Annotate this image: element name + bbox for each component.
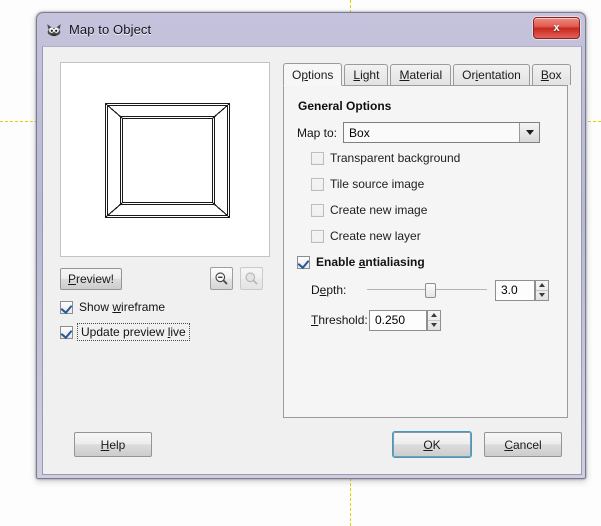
stepper-up-icon[interactable] <box>428 311 440 321</box>
show-wireframe-label: Show wireframe <box>79 300 166 314</box>
general-options-heading: General Options <box>298 99 392 113</box>
depth-row: Depth: 3.0 <box>311 279 556 301</box>
threshold-row: Threshold: 0.250 <box>311 309 556 331</box>
show-wireframe-checkbox[interactable]: Show wireframe <box>60 299 272 315</box>
window-title: Map to Object <box>69 22 152 37</box>
threshold-spinbox[interactable]: 0.250 <box>369 309 441 331</box>
checkbox-box <box>297 255 310 269</box>
tab-orientation-label: Orientation <box>462 68 521 82</box>
map-to-object-dialog: Map to Object x Preview! Show wireframe … <box>36 12 586 479</box>
options-tab-page: General Options Map to: Box Transparent … <box>283 85 568 418</box>
map-to-value: Box <box>349 125 370 140</box>
transparent-background-label: Transparent background <box>330 151 461 165</box>
checkbox-box <box>311 177 324 191</box>
ok-button[interactable]: OK <box>393 432 471 457</box>
checkbox-box <box>60 300 73 314</box>
checkbox-box <box>311 203 324 217</box>
create-new-image-checkbox[interactable]: Create new image <box>311 202 556 218</box>
cancel-button[interactable]: Cancel <box>484 432 562 457</box>
zoom-in-icon[interactable] <box>240 267 263 290</box>
tab-orientation[interactable]: Orientation <box>453 64 530 85</box>
map-to-select[interactable]: Box <box>343 122 541 143</box>
tab-material-label: Material <box>399 68 443 82</box>
dialog-action-area: Help OK Cancel <box>43 416 581 474</box>
tab-light[interactable]: Light <box>344 64 389 85</box>
chevron-down-icon[interactable] <box>519 123 540 142</box>
preview-button[interactable]: Preview! <box>60 268 122 290</box>
threshold-label: Threshold: <box>311 313 368 327</box>
threshold-value: 0.250 <box>375 313 406 327</box>
help-button-label: Help <box>100 437 126 452</box>
checkbox-box <box>60 325 73 339</box>
tab-options[interactable]: Options <box>283 63 343 86</box>
enable-antialiasing-label: Enable antialiasing <box>316 255 425 269</box>
dialog-client-area: Preview! Show wireframe Update preview l… <box>42 46 582 475</box>
create-new-layer-checkbox[interactable]: Create new layer <box>311 228 556 244</box>
transparent-background-checkbox[interactable]: Transparent background <box>311 150 556 166</box>
title-bar[interactable]: Map to Object x <box>37 13 585 46</box>
create-new-layer-label: Create new layer <box>330 229 421 243</box>
tab-options-label: Options <box>292 67 334 82</box>
tab-material[interactable]: Material <box>390 64 452 85</box>
depth-value: 3.0 <box>501 283 518 297</box>
stepper-up-icon[interactable] <box>536 281 548 291</box>
tab-box[interactable]: Box <box>531 64 571 85</box>
preview-controls: Preview! <box>60 267 272 290</box>
depth-label: Depth: <box>311 283 347 297</box>
slider-handle[interactable] <box>425 283 436 298</box>
enable-antialiasing-checkbox[interactable]: Enable antialiasing <box>297 254 556 270</box>
ok-button-label: OK <box>423 437 441 452</box>
map-to-label: Map to: <box>297 125 338 140</box>
zoom-out-icon[interactable] <box>210 267 233 290</box>
update-preview-live-label: Update preview live <box>77 323 190 341</box>
checkbox-box <box>311 229 324 243</box>
depth-slider[interactable] <box>367 281 487 299</box>
preview-button-label: Preview! <box>67 272 115 286</box>
box-wireframe-drawing <box>105 103 230 218</box>
map-to-row: Map to: Box <box>297 122 556 143</box>
wireframe-preview[interactable] <box>60 62 270 257</box>
tile-source-image-label: Tile source image <box>330 177 425 191</box>
preview-pane: Preview! Show wireframe Update preview l… <box>60 62 272 341</box>
depth-stepper[interactable] <box>535 279 549 301</box>
tile-source-image-checkbox[interactable]: Tile source image <box>311 176 556 192</box>
cancel-button-label: Cancel <box>504 437 542 452</box>
close-icon[interactable]: x <box>533 17 580 39</box>
wilber-icon <box>46 22 62 38</box>
stepper-down-icon[interactable] <box>428 321 440 330</box>
threshold-stepper[interactable] <box>427 309 441 331</box>
tab-light-label: Light <box>353 68 380 82</box>
stepper-down-icon[interactable] <box>536 291 548 300</box>
tab-box-label: Box <box>540 68 562 82</box>
depth-spinbox[interactable]: 3.0 <box>495 279 549 301</box>
settings-notebook: Options Light Material Orientation Box G… <box>283 62 571 418</box>
update-preview-live-checkbox[interactable]: Update preview live <box>60 323 272 341</box>
create-new-image-label: Create new image <box>330 203 428 217</box>
checkbox-box <box>311 151 324 165</box>
tab-strip: Options Light Material Orientation Box <box>283 62 571 86</box>
help-button[interactable]: Help <box>74 432 152 457</box>
